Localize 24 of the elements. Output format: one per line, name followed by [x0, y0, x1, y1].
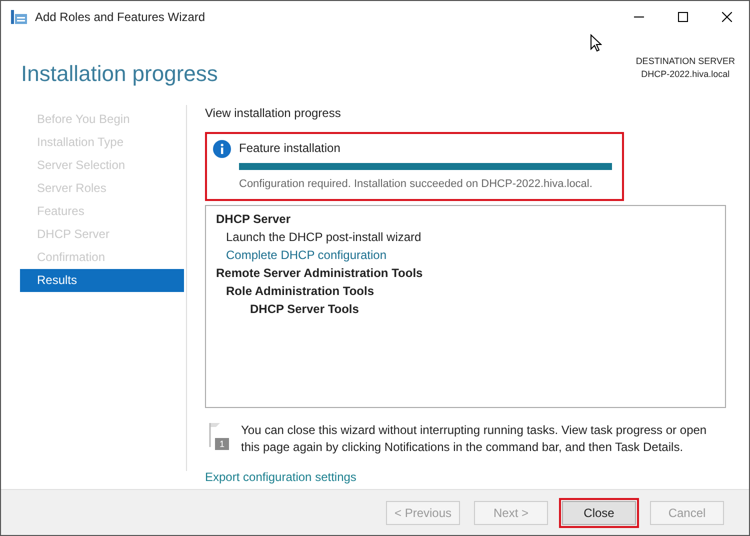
wizard-button[interactable]: Close — [562, 500, 636, 524]
window-title: Add Roles and Features Wizard — [35, 9, 206, 26]
maximize-icon — [678, 12, 688, 22]
notice-text: You can close this wizard without interrupting running tasks. View task progress or open this page again by clicking Notifications in the command bar, and then Task Details. — [241, 422, 708, 456]
flag-icon — [209, 422, 221, 448]
result-heading: DHCP Server Tools — [250, 300, 359, 318]
wizard-icon — [11, 10, 27, 24]
mouse-pointer-icon — [590, 34, 602, 52]
close-icon — [722, 12, 732, 22]
result-heading: Remote Server Administration Tools — [216, 264, 423, 282]
status-message: Configuration required. Installation succeeded on DHCP-2022.hiva.local. — [239, 177, 594, 192]
configuration-link[interactable]: Complete DHCP configuration — [226, 246, 387, 264]
destination-server: DHCP-2022.hiva.local — [640, 68, 731, 81]
page-title: Installation progress — [21, 60, 218, 88]
result-text: Launch the DHCP post-install wizard — [226, 228, 422, 246]
export-settings-link[interactable]: Export configuration settings — [205, 468, 356, 486]
result-heading: Role Administration Tools — [226, 282, 374, 300]
progress-title: Feature installation — [239, 140, 342, 156]
section-title: View installation progress — [205, 105, 342, 122]
info-icon — [213, 140, 231, 158]
destination-label: DESTINATION SERVER — [636, 55, 735, 68]
result-heading: DHCP Server — [216, 210, 290, 228]
nav-step[interactable]: Results — [20, 269, 184, 292]
notification-count: 1 — [215, 438, 229, 450]
